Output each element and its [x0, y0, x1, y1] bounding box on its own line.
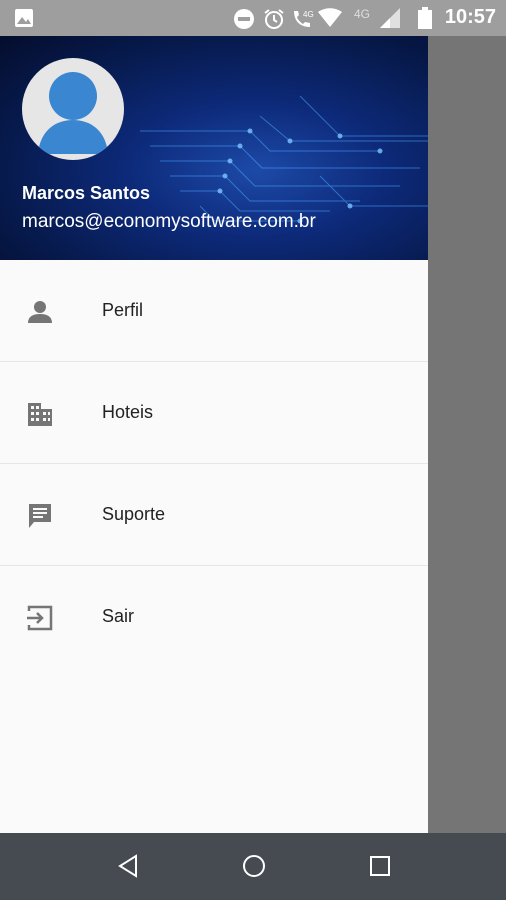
call-4g-icon: 4G — [294, 10, 314, 27]
battery-icon — [418, 7, 432, 29]
system-navigation-bar — [0, 833, 506, 900]
drawer-menu: Perfil Hoteis Suporte Sair — [0, 260, 428, 667]
signal-icon — [380, 8, 400, 28]
drawer-scrim[interactable] — [428, 36, 506, 833]
user-email: marcos@economysoftware.com.br — [22, 211, 316, 232]
menu-item-label: Sair — [102, 606, 135, 626]
do-not-disturb-icon — [234, 9, 254, 29]
back-icon[interactable] — [116, 853, 140, 879]
menu-item-label: Suporte — [102, 504, 166, 524]
menu-item-hoteis[interactable]: Hoteis — [0, 362, 428, 464]
exit-icon — [27, 605, 53, 631]
menu-item-sair[interactable]: Sair — [0, 566, 428, 667]
gallery-icon — [15, 9, 33, 27]
home-icon[interactable] — [241, 853, 267, 879]
user-placeholder-icon — [38, 72, 108, 154]
building-icon — [28, 403, 52, 426]
navigation-drawer: Marcos Santos marcos@economysoftware.com… — [0, 36, 428, 833]
wifi-icon — [318, 8, 342, 27]
menu-item-label: Hoteis — [102, 402, 154, 422]
person-icon — [28, 301, 52, 323]
status-bar: 4G 4G 10:57 — [0, 0, 506, 36]
drawer-header: Marcos Santos marcos@economysoftware.com… — [0, 36, 428, 260]
avatar[interactable] — [22, 58, 124, 160]
clock: 10:57 — [444, 6, 496, 28]
menu-item-suporte[interactable]: Suporte — [0, 464, 428, 566]
svg-text:4G: 4G — [303, 10, 314, 19]
alarm-icon — [264, 9, 284, 29]
menu-item-label: Perfil — [102, 300, 144, 320]
chat-icon — [29, 504, 51, 528]
menu-item-perfil[interactable]: Perfil — [0, 260, 428, 362]
user-name: Marcos Santos — [22, 183, 151, 203]
recents-icon[interactable] — [369, 855, 391, 877]
network-type-label: 4G — [354, 7, 371, 21]
